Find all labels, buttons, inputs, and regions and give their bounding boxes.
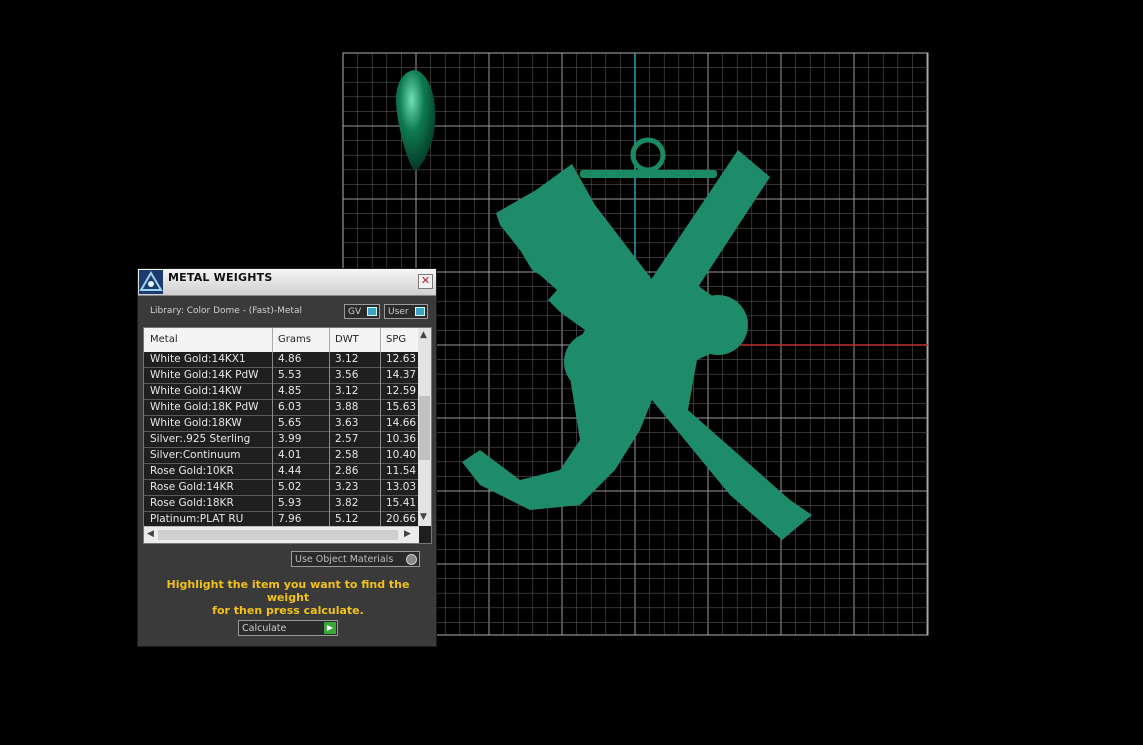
metal-table[interactable]: Metal Grams DWT SPG White Gold:14KX1 4.86… <box>143 327 432 544</box>
column-header-dwt[interactable]: DWT <box>335 334 359 345</box>
table-cell-spg: 14.66 <box>386 417 417 429</box>
column-header-spg[interactable]: SPG <box>386 334 406 345</box>
table-cell-dwt: 3.23 <box>335 481 359 493</box>
vertical-scrollbar[interactable]: ▲ ▼ <box>418 328 431 526</box>
calculate-label: Calculate <box>242 623 287 634</box>
table-cell-metal: Rose Gold:10KR <box>150 465 234 477</box>
library-label: Library: Color Dome - (Fast)-Metal <box>150 306 302 316</box>
table-cell-spg: 10.40 <box>386 449 417 461</box>
table-cell-metal: Rose Gold:18KR <box>150 497 234 509</box>
table-cell-dwt: 3.56 <box>335 369 359 381</box>
instruction-line-2: for then press calculate. <box>212 604 364 617</box>
column-header-metal[interactable]: Metal <box>150 334 178 345</box>
table-cell-metal: White Gold:14KX1 <box>150 353 246 365</box>
table-cell-grams: 5.65 <box>278 417 302 429</box>
table-cell-grams: 5.93 <box>278 497 302 509</box>
scroll-thumb[interactable] <box>419 396 430 460</box>
table-cell-dwt: 3.12 <box>335 353 359 365</box>
table-cell-grams: 4.44 <box>278 465 302 477</box>
table-cell-grams: 5.53 <box>278 369 302 381</box>
radio-icon <box>406 554 417 565</box>
play-icon: ▶ <box>324 622 336 634</box>
table-cell-metal: Platinum:PLAT RU <box>150 513 244 525</box>
table-cell-metal: Silver:.925 Sterling <box>150 433 251 445</box>
table-row[interactable]: Silver:Continuum 4.01 2.58 10.40 <box>144 448 419 464</box>
use-object-materials-label: Use Object Materials <box>295 554 394 565</box>
table-cell-dwt: 5.12 <box>335 513 359 525</box>
table-cell-metal: White Gold:18K PdW <box>150 401 259 413</box>
horizontal-scrollbar[interactable]: ◀ ▶ <box>144 526 419 543</box>
table-cell-grams: 3.99 <box>278 433 302 445</box>
panel-title: METAL WEIGHTS <box>168 271 273 284</box>
scroll-thumb[interactable] <box>158 530 398 540</box>
use-object-materials-toggle[interactable]: Use Object Materials <box>291 551 420 567</box>
close-icon[interactable]: ✕ <box>418 274 433 289</box>
table-cell-spg: 15.41 <box>386 497 417 509</box>
table-row[interactable]: Platinum:PLAT RU 7.96 5.12 20.66 <box>144 512 419 526</box>
table-row[interactable]: White Gold:18K PdW 6.03 3.88 15.63 <box>144 400 419 416</box>
table-cell-metal: Rose Gold:14KR <box>150 481 234 493</box>
table-cell-grams: 7.96 <box>278 513 302 525</box>
gv-toggle[interactable]: GV <box>344 304 380 319</box>
toggle-icon <box>367 307 377 316</box>
table-cell-spg: 11.54 <box>386 465 417 477</box>
gv-label: GV <box>348 307 362 317</box>
table-cell-dwt: 2.86 <box>335 465 359 477</box>
table-cell-spg: 12.59 <box>386 385 417 397</box>
table-row[interactable]: Rose Gold:14KR 5.02 3.23 13.03 <box>144 480 419 496</box>
table-cell-spg: 13.03 <box>386 481 417 493</box>
table-cell-spg: 20.66 <box>386 513 417 525</box>
chevron-left-icon[interactable]: ◀ <box>147 529 154 539</box>
table-cell-grams: 4.85 <box>278 385 302 397</box>
table-cell-dwt: 3.82 <box>335 497 359 509</box>
table-cell-dwt: 3.63 <box>335 417 359 429</box>
table-cell-spg: 14.37 <box>386 369 417 381</box>
table-cell-metal: White Gold:14K PdW <box>150 369 259 381</box>
table-body: White Gold:14KX1 4.86 3.12 12.63 White Gold:… <box>144 352 419 526</box>
table-cell-dwt: 2.58 <box>335 449 359 461</box>
table-cell-grams: 4.86 <box>278 353 302 365</box>
chevron-right-icon[interactable]: ▶ <box>404 529 411 539</box>
table-header: Metal Grams DWT SPG <box>144 328 431 352</box>
user-toggle[interactable]: User <box>384 304 428 319</box>
triangle-logo-icon <box>139 270 163 294</box>
table-cell-metal: Silver:Continuum <box>150 449 241 461</box>
table-cell-spg: 10.36 <box>386 433 417 445</box>
metal-weights-panel[interactable]: METAL WEIGHTS ✕ Library: Color Dome - (F… <box>137 268 437 647</box>
table-cell-spg: 12.63 <box>386 353 417 365</box>
table-row[interactable]: White Gold:14KX1 4.86 3.12 12.63 <box>144 352 419 368</box>
instruction-line-1: Highlight the item you want to find the … <box>166 578 410 604</box>
table-cell-grams: 4.01 <box>278 449 302 461</box>
chevron-down-icon[interactable]: ▼ <box>420 512 427 522</box>
column-header-grams[interactable]: Grams <box>278 334 311 345</box>
calculate-button[interactable]: Calculate ▶ <box>238 620 338 636</box>
table-row[interactable]: White Gold:14KW 4.85 3.12 12.59 <box>144 384 419 400</box>
chevron-up-icon[interactable]: ▲ <box>420 330 427 340</box>
table-cell-spg: 15.63 <box>386 401 417 413</box>
table-cell-metal: White Gold:14KW <box>150 385 242 397</box>
table-row[interactable]: White Gold:18KW 5.65 3.63 14.66 <box>144 416 419 432</box>
table-cell-metal: White Gold:18KW <box>150 417 242 429</box>
user-label: User <box>388 307 409 317</box>
table-cell-dwt: 3.88 <box>335 401 359 413</box>
table-row[interactable]: Rose Gold:18KR 5.93 3.82 15.41 <box>144 496 419 512</box>
table-row[interactable]: Silver:.925 Sterling 3.99 2.57 10.36 <box>144 432 419 448</box>
instruction-text: Highlight the item you want to find the … <box>148 578 428 617</box>
table-cell-dwt: 3.12 <box>335 385 359 397</box>
table-row[interactable]: White Gold:14K PdW 5.53 3.56 14.37 <box>144 368 419 384</box>
panel-titlebar[interactable]: METAL WEIGHTS ✕ <box>138 269 436 296</box>
table-cell-dwt: 2.57 <box>335 433 359 445</box>
table-cell-grams: 5.02 <box>278 481 302 493</box>
table-row[interactable]: Rose Gold:10KR 4.44 2.86 11.54 <box>144 464 419 480</box>
table-cell-grams: 6.03 <box>278 401 302 413</box>
toggle-icon <box>415 307 425 316</box>
